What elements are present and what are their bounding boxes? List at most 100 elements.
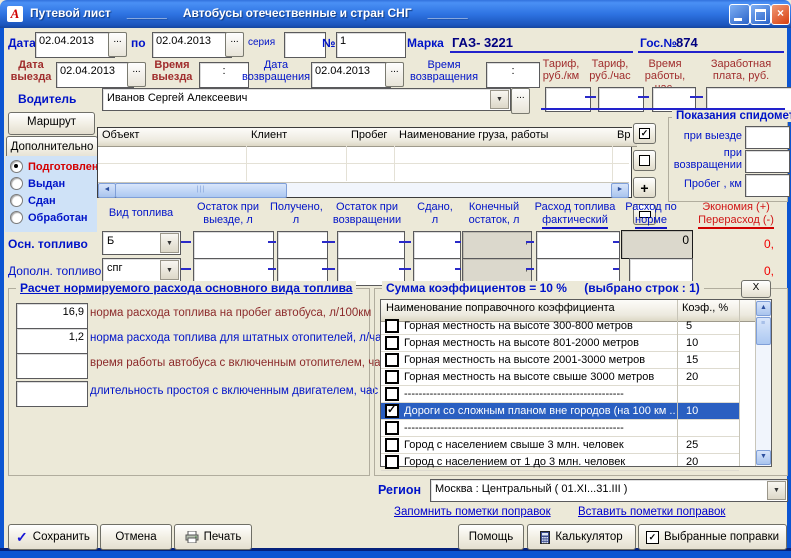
main-fuel-type-value: Б: [107, 235, 160, 247]
date-from-field[interactable]: 02.04.2013: [35, 32, 115, 58]
departure-date-field[interactable]: 02.04.2013: [56, 62, 134, 88]
window-title-left: Путевой лист: [30, 6, 111, 20]
norm-calc-field[interactable]: 1,2: [16, 328, 88, 354]
status-radio[interactable]: Обработан: [5, 209, 97, 226]
scrollbar-thumb[interactable]: |||: [115, 183, 287, 198]
app-icon: А: [7, 6, 23, 22]
chevron-down-icon[interactable]: ▼: [767, 481, 786, 500]
help-button[interactable]: Помощь: [458, 524, 524, 550]
status-radio[interactable]: Выдан: [5, 175, 97, 192]
scroll-down-icon[interactable]: ▼: [756, 450, 771, 465]
departure-time-label: Время выезда: [147, 59, 197, 83]
print-button[interactable]: Печать: [174, 524, 252, 550]
checkbox-icon[interactable]: [385, 336, 399, 350]
window-title-main: Автобусы отечественные и стран СНГ: [183, 6, 412, 20]
date-from-browse-button[interactable]: ...: [108, 32, 127, 57]
vertical-scrollbar[interactable]: ▲ ≡ ▼: [755, 300, 771, 466]
coefficient-name: Город с населением свыше 3 млн. человек: [404, 439, 676, 451]
coefficient-row[interactable]: Дороги со сложным планом вне городов (на…: [381, 403, 739, 420]
column-divider: [677, 300, 678, 466]
checkbox-icon[interactable]: [385, 421, 399, 435]
checkbox-icon[interactable]: [385, 404, 399, 418]
connector-line: [455, 241, 461, 243]
main-handed-field[interactable]: [413, 231, 461, 259]
calculator-button[interactable]: Калькулятор: [527, 524, 636, 550]
return-time-field[interactable]: :: [486, 62, 540, 88]
date-to-browse-button[interactable]: ...: [225, 32, 244, 57]
coefficient-name: Горная местность на высоте 300-800 метро…: [404, 320, 676, 332]
add-row-button[interactable]: +: [633, 177, 656, 198]
norm-calc-field[interactable]: 16,9: [16, 303, 88, 329]
checkbox-icon[interactable]: [385, 455, 399, 469]
connector-line: [455, 268, 461, 270]
number-label: №: [322, 36, 335, 50]
cancel-button[interactable]: Отмена: [100, 524, 172, 550]
main-actual-consumption-field[interactable]: [536, 231, 620, 259]
status-radio[interactable]: Подготовлен: [5, 158, 97, 175]
chevron-down-icon[interactable]: ▼: [160, 233, 179, 253]
region-combobox[interactable]: Москва : Центральный ( 01.XI...31.III ) …: [430, 479, 788, 502]
departure-date-browse-button[interactable]: ...: [127, 62, 146, 87]
scroll-right-icon[interactable]: ►: [611, 183, 629, 198]
scroll-left-icon[interactable]: ◄: [98, 183, 116, 198]
coefficient-row[interactable]: Город с населением свыше 3 млн. человек …: [381, 437, 739, 454]
series-field[interactable]: [284, 32, 326, 58]
connector-line: [322, 241, 335, 243]
remember-marks-link[interactable]: Запомнить пометки поправок: [394, 506, 551, 518]
odometer-out-field[interactable]: [745, 126, 790, 149]
driver-combobox[interactable]: Иванов Сергей Алексеевич ▼: [102, 88, 511, 111]
coefficient-row[interactable]: Горная местность на высоте свыше 3000 ме…: [381, 369, 739, 386]
route-button[interactable]: Маршрут: [8, 112, 95, 135]
fuel-header: Конечный: [469, 201, 519, 213]
main-fuel-type-combobox[interactable]: Б ▼: [102, 231, 181, 255]
coefficient-row[interactable]: ----------------------------------------…: [381, 386, 739, 403]
coefficient-row[interactable]: Горная местность на высоте 801-2000 метр…: [381, 335, 739, 352]
chevron-down-icon[interactable]: ▼: [160, 260, 179, 280]
coefficient-row[interactable]: Город с населением от 1 до 3 млн. челове…: [381, 454, 739, 471]
main-received-field[interactable]: [277, 231, 328, 259]
save-button[interactable]: ✓ Сохранить: [8, 524, 98, 550]
checkbox-icon[interactable]: [385, 438, 399, 452]
scroll-up-icon[interactable]: ▲: [756, 301, 771, 316]
coefficient-row[interactable]: Горная местность на высоте 2001-3000 мет…: [381, 352, 739, 369]
coefficients-sum-title: Сумма коэффициентов = 10 %: [386, 281, 567, 295]
minimize-button[interactable]: [729, 4, 750, 25]
chevron-down-icon[interactable]: ▼: [490, 90, 509, 109]
coefficient-row[interactable]: ----------------------------------------…: [381, 420, 739, 437]
close-button[interactable]: ×: [771, 4, 790, 25]
scrollbar-thumb[interactable]: ≡: [756, 317, 771, 345]
maximize-icon: [755, 9, 766, 21]
horizontal-scrollbar[interactable]: ◄ ||| ►: [98, 182, 629, 197]
odometer-out-label: при выезде: [672, 130, 742, 142]
coefficient-row[interactable]: Горная местность на высоте 300-800 метро…: [381, 318, 739, 335]
checkbox-icon[interactable]: [385, 319, 399, 333]
checkbox-icon[interactable]: [385, 387, 399, 401]
checkbox-icon[interactable]: [385, 353, 399, 367]
number-field[interactable]: 1: [336, 32, 406, 58]
driver-browse-button[interactable]: ...: [511, 88, 530, 114]
insert-marks-link[interactable]: Вставить пометки поправок: [578, 506, 725, 518]
plus-icon: +: [640, 183, 648, 193]
main-rest-in-field[interactable]: [337, 231, 405, 259]
return-date-field[interactable]: 02.04.2013: [311, 62, 391, 88]
coefficient-name: ----------------------------------------…: [404, 422, 676, 434]
connector-line: [585, 96, 596, 98]
coefficient-name: Город с населением от 1 до 3 млн. челове…: [404, 456, 676, 468]
check-all-rows-button[interactable]: ✓: [633, 123, 656, 144]
mileage-field[interactable]: [745, 174, 790, 197]
fuel-header: Остаток при: [336, 201, 398, 213]
coefficients-close-button[interactable]: X: [741, 280, 771, 298]
norm-calc-field[interactable]: [16, 353, 88, 379]
norm-calc-field[interactable]: [16, 381, 88, 407]
return-date-browse-button[interactable]: ...: [385, 62, 404, 87]
checkbox-icon[interactable]: [385, 370, 399, 384]
connector-line: [613, 268, 619, 270]
selected-corrections-button[interactable]: ✓ Выбранные поправки: [638, 524, 787, 550]
main-rest-out-field[interactable]: [193, 231, 274, 259]
date-to-field[interactable]: 02.04.2013: [152, 32, 232, 58]
status-radio[interactable]: Сдан: [5, 192, 97, 209]
maximize-button[interactable]: [750, 4, 771, 25]
odometer-in-field[interactable]: [745, 150, 790, 173]
additional-fuel-type-combobox[interactable]: спг ▼: [102, 258, 181, 282]
uncheck-all-rows-button[interactable]: [633, 150, 656, 171]
